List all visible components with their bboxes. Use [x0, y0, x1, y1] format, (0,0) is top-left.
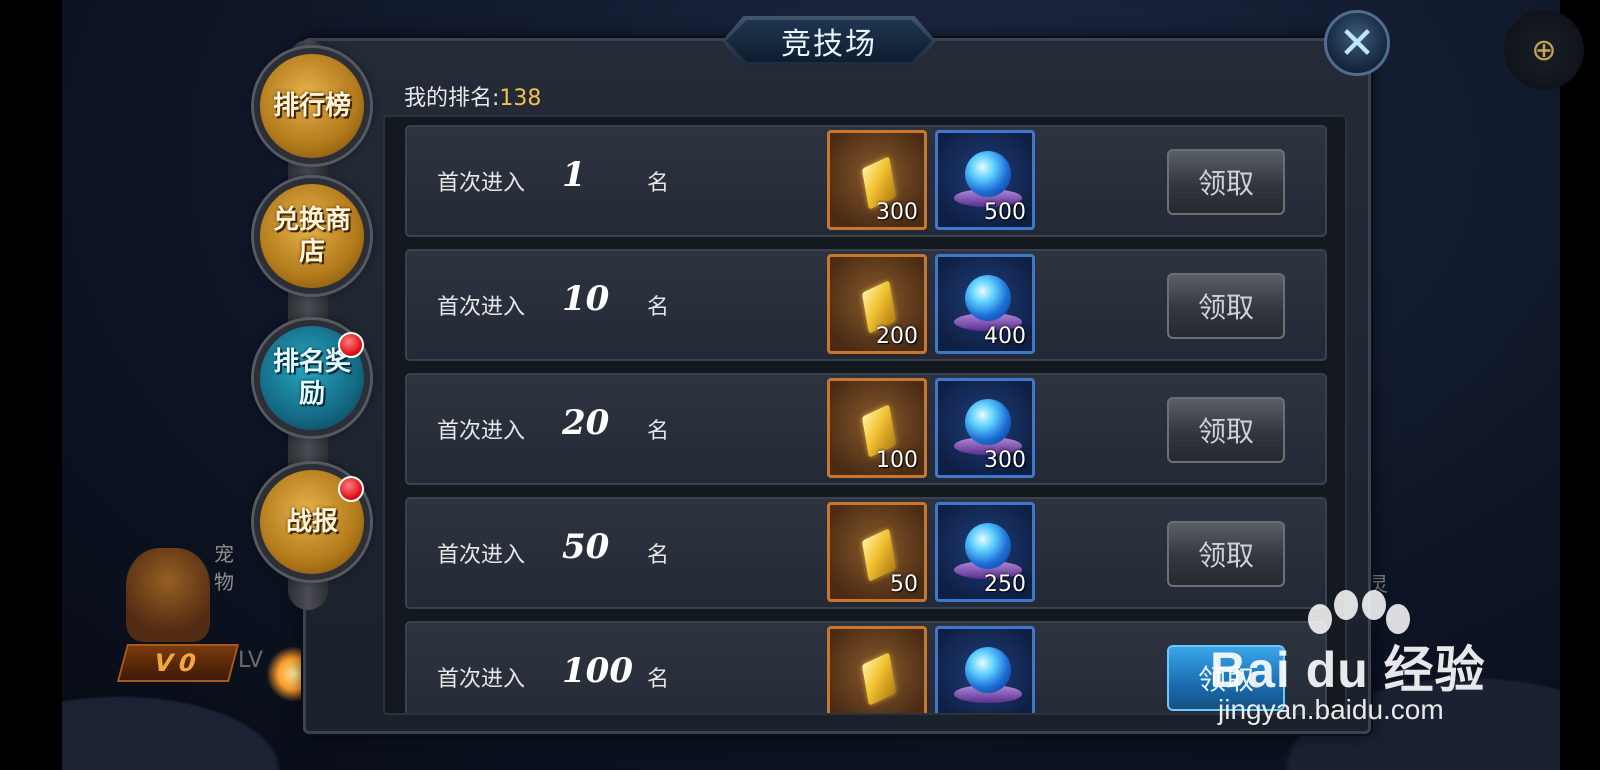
menu-corner-button[interactable]: ⊕	[1504, 10, 1584, 90]
gem-orb-icon	[965, 399, 1011, 445]
gem-orb-icon	[965, 647, 1011, 693]
gem-item-slot[interactable]: 300	[935, 378, 1035, 478]
claim-button[interactable]: 领取	[1167, 149, 1285, 215]
gem-orb-icon	[965, 151, 1011, 197]
close-button[interactable]: ✕	[1324, 10, 1390, 76]
reward-prefix: 首次进入	[437, 543, 526, 568]
gem-item-slot[interactable]: 400	[935, 254, 1035, 354]
my-rank: 我的排名:138	[404, 80, 541, 112]
tab-label: 战报	[285, 507, 338, 537]
reward-rank: 100	[562, 651, 633, 691]
reward-rank: 10	[562, 279, 610, 319]
gem-quantity: 400	[984, 324, 1026, 349]
compass-icon: ⊕	[1531, 32, 1557, 68]
tab-0[interactable]: 排行榜	[254, 48, 370, 164]
reward-rank: 1	[562, 155, 586, 195]
pet-avatar	[126, 548, 210, 642]
reward-suffix: 名	[647, 543, 670, 568]
tab-label: 兑换商店	[272, 205, 351, 267]
reward-row: 首次进入 1 名 300 500 领取	[405, 125, 1327, 237]
reward-rank: 50	[562, 527, 610, 567]
tab-label: 排行榜	[272, 91, 351, 121]
gold-quantity: 200	[876, 324, 918, 349]
gold-item-slot[interactable]: 50	[827, 502, 927, 602]
watermark-brand: Bai du 经验	[1210, 642, 1486, 698]
reward-prefix: 首次进入	[437, 171, 526, 196]
claim-button[interactable]: 领取	[1167, 273, 1285, 339]
reward-row: 首次进入 100 名 领取	[405, 621, 1327, 713]
reward-prefix: 首次进入	[437, 295, 526, 320]
claim-button[interactable]: 领取	[1167, 397, 1285, 463]
reward-suffix: 名	[647, 171, 670, 196]
claim-button[interactable]: 领取	[1167, 521, 1285, 587]
tab-label: 排名奖励	[272, 347, 351, 409]
gold-item-slot[interactable]: 100	[827, 378, 927, 478]
reward-suffix: 名	[647, 667, 670, 692]
title-plate: 竞技场	[722, 16, 936, 66]
gem-item-slot[interactable]: 500	[935, 130, 1035, 230]
level-label: LV	[238, 648, 263, 673]
reward-row: 首次进入 20 名 100 300 领取	[405, 373, 1327, 485]
gold-bar-icon	[861, 652, 897, 706]
dialog-title: 竞技场	[781, 27, 877, 62]
gem-item-slot[interactable]	[935, 626, 1035, 713]
tab-1[interactable]: 兑换商店	[254, 178, 370, 294]
gem-item-slot[interactable]: 250	[935, 502, 1035, 602]
pet-label: 宠物	[214, 542, 234, 594]
reward-prefix: 首次进入	[437, 667, 526, 692]
gem-quantity: 300	[984, 448, 1026, 473]
gold-item-slot[interactable]: 200	[827, 254, 927, 354]
gold-quantity: 100	[876, 448, 918, 473]
gem-quantity: 500	[984, 200, 1026, 225]
notification-badge	[338, 332, 364, 358]
reward-row: 首次进入 10 名 200 400 领取	[405, 249, 1327, 361]
reward-prefix: 首次进入	[437, 419, 526, 444]
gold-quantity: 300	[876, 200, 918, 225]
gold-quantity: 50	[890, 572, 918, 597]
gold-item-slot[interactable]: 300	[827, 130, 927, 230]
right-black-bar	[1560, 0, 1600, 770]
my-rank-value: 138	[499, 86, 542, 111]
close-icon: ✕	[1338, 17, 1376, 69]
gem-orb-icon	[965, 275, 1011, 321]
baidu-watermark: Bai du 经验 jingyan.baidu.com	[1210, 590, 1510, 725]
reward-suffix: 名	[647, 419, 670, 444]
gem-quantity: 250	[984, 572, 1026, 597]
left-black-bar	[0, 0, 62, 770]
my-rank-label: 我的排名:	[404, 86, 500, 111]
reward-rank: 20	[562, 403, 610, 443]
reward-list[interactable]: 首次进入 1 名 300 500 领取 首次进入 10 名 200 400 领取…	[383, 115, 1347, 715]
gold-item-slot[interactable]	[827, 626, 927, 713]
gem-orb-icon	[965, 523, 1011, 569]
reward-row: 首次进入 50 名 50 250 领取	[405, 497, 1327, 609]
watermark-url: jingyan.baidu.com	[1218, 694, 1444, 725]
notification-badge	[338, 476, 364, 502]
vip-level-badge: V0	[116, 644, 240, 682]
reward-suffix: 名	[647, 295, 670, 320]
